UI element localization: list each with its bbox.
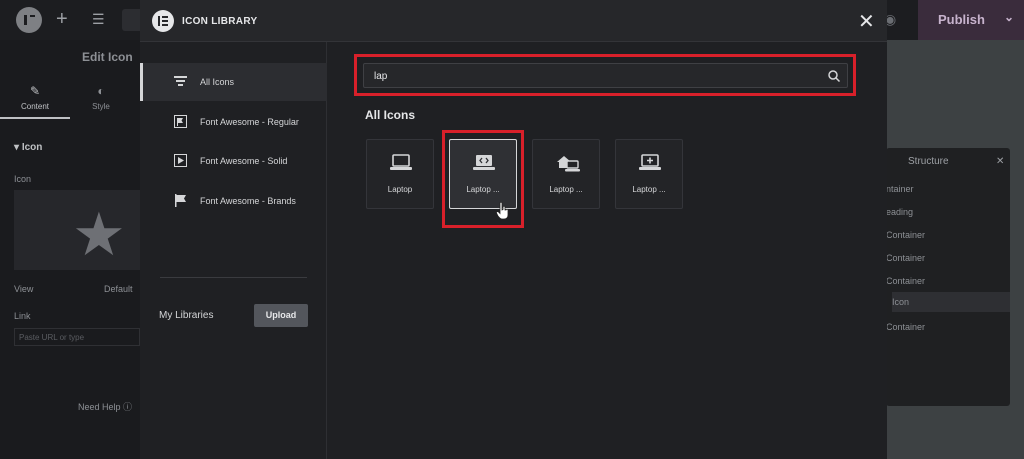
close-icon[interactable]: ✕ bbox=[858, 9, 875, 34]
pencil-icon: ✎ bbox=[29, 84, 41, 98]
category-all-icons[interactable]: All Icons bbox=[140, 63, 327, 101]
field-icon-label: Icon bbox=[14, 174, 32, 184]
category-label: All Icons bbox=[200, 77, 235, 87]
chevron-down-icon[interactable]: ⌄ bbox=[1004, 10, 1014, 24]
structure-item[interactable]: Container bbox=[886, 322, 925, 332]
publish-button[interactable]: Publish ⌄ bbox=[918, 0, 1024, 40]
edit-panel: Edit Icon ✎ Content ◐ Style ▾ Icon Icon … bbox=[0, 40, 140, 459]
contrast-icon: ◐ bbox=[97, 84, 105, 98]
section-label: Icon bbox=[21, 142, 43, 153]
add-element-icon[interactable]: + bbox=[56, 8, 68, 31]
modal-title: ICON LIBRARY bbox=[182, 16, 258, 27]
tab-content[interactable]: ✎ Content bbox=[0, 84, 70, 119]
structure-title: Structure bbox=[908, 156, 949, 167]
category-font-awesome-brands[interactable]: Font Awesome - Brands bbox=[140, 182, 327, 220]
structure-item-selected[interactable]: Icon bbox=[892, 292, 1010, 312]
tab-content-label: Content bbox=[20, 102, 50, 111]
icon-tile-label: Laptop ... bbox=[632, 185, 666, 194]
hand-cursor-icon bbox=[496, 202, 509, 220]
laptop-icon bbox=[390, 154, 412, 170]
icon-tile-label: Laptop ... bbox=[549, 185, 583, 194]
view-select[interactable]: Default bbox=[104, 284, 133, 294]
elementor-logo-icon bbox=[152, 10, 174, 32]
field-link-label: Link bbox=[14, 311, 31, 321]
modal-header: ICON LIBRARY ✕ bbox=[140, 0, 887, 42]
structure-item[interactable]: ntainer bbox=[886, 184, 914, 194]
tab-style-label: Style bbox=[92, 102, 110, 111]
list-icon bbox=[174, 75, 187, 88]
icon-tile-laptop-house[interactable]: Laptop ... bbox=[532, 139, 600, 209]
laptop-house-icon bbox=[557, 156, 580, 172]
flag-icon bbox=[174, 194, 187, 207]
structure-item-label: Icon bbox=[892, 297, 910, 307]
link-input[interactable]: Paste URL or type bbox=[14, 328, 140, 346]
star-icon: ★ bbox=[72, 201, 126, 268]
icon-results-area: All Icons Laptop Laptop ... Laptop ... L… bbox=[328, 42, 887, 459]
category-label: Font Awesome - Brands bbox=[200, 196, 296, 206]
my-libraries-label: My Libraries bbox=[159, 310, 214, 321]
flag-regular-icon bbox=[174, 115, 187, 128]
section-icon-heading[interactable]: ▾ Icon bbox=[14, 142, 42, 153]
laptop-medical-icon bbox=[639, 154, 661, 170]
category-font-awesome-solid[interactable]: Font Awesome - Solid bbox=[140, 142, 327, 180]
structure-close-icon[interactable]: ✕ bbox=[996, 156, 1004, 167]
structure-item[interactable]: Container bbox=[886, 230, 925, 240]
category-font-awesome-regular[interactable]: Font Awesome - Regular bbox=[140, 103, 327, 141]
icon-category-sidebar: All Icons Font Awesome - Regular Font Aw… bbox=[140, 42, 327, 459]
icon-tile-laptop[interactable]: Laptop bbox=[366, 139, 434, 209]
tab-style[interactable]: ◐ Style bbox=[66, 84, 136, 111]
play-solid-icon bbox=[174, 154, 187, 167]
results-title: All Icons bbox=[365, 108, 416, 122]
category-label: Font Awesome - Solid bbox=[200, 156, 288, 166]
publish-label: Publish bbox=[938, 12, 985, 27]
structure-panel: Structure ✕ ntainer eading Container Con… bbox=[886, 148, 1010, 406]
settings-sliders-icon[interactable]: ☰ bbox=[92, 11, 105, 28]
icon-tile-laptop-medical[interactable]: Laptop ... bbox=[615, 139, 683, 209]
search-highlight-annotation bbox=[354, 54, 856, 96]
icon-library-modal: ICON LIBRARY ✕ All Icons Font Awesome - … bbox=[140, 0, 887, 459]
structure-item[interactable]: eading bbox=[886, 207, 913, 217]
elementor-logo-icon[interactable] bbox=[16, 7, 42, 33]
need-help-link[interactable]: Need Help ⓘ bbox=[78, 400, 132, 413]
panel-title: Edit Icon bbox=[82, 50, 133, 64]
icon-tile-label: Laptop bbox=[387, 185, 413, 194]
need-help-label: Need Help bbox=[78, 402, 121, 412]
upload-button[interactable]: Upload bbox=[254, 304, 308, 327]
selected-icon-highlight-annotation bbox=[442, 130, 524, 228]
field-view-label: View bbox=[14, 284, 34, 294]
structure-item[interactable]: Container bbox=[886, 276, 925, 286]
structure-item[interactable]: Container bbox=[886, 253, 925, 263]
category-label: Font Awesome - Regular bbox=[200, 117, 299, 127]
sidebar-divider bbox=[160, 277, 307, 278]
